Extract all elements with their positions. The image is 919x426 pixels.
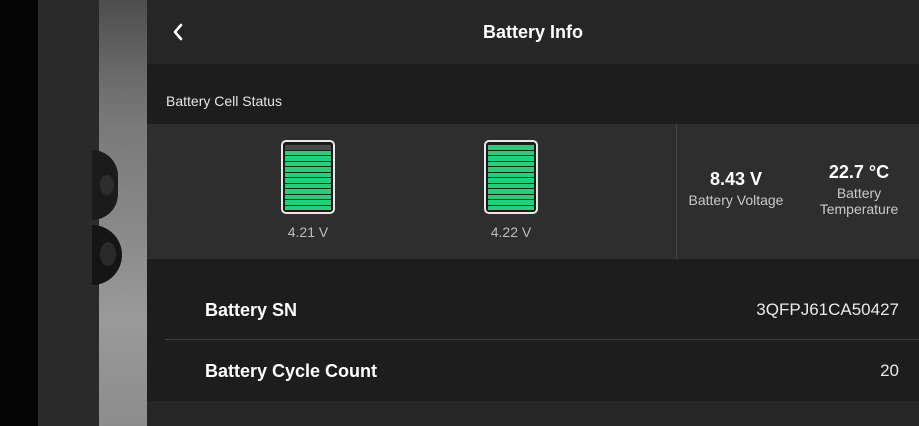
battery-cycle-count-row: Battery Cycle Count 20 xyxy=(165,340,919,402)
battery-temperature-stat: 22.7 °C Battery Temperature xyxy=(811,162,907,217)
battery-temperature-value: 22.7 °C xyxy=(828,162,890,182)
battery-voltage-stat: 8.43 V Battery Voltage xyxy=(680,169,792,208)
battery-info-panel: Battery Info Battery Cell Status 4.21 V … xyxy=(147,0,919,426)
battery-voltage-value: 8.43 V xyxy=(709,169,763,189)
battery-cycle-count-value: 20 xyxy=(880,361,899,380)
bottom-band xyxy=(147,401,919,426)
battery-cell-icon xyxy=(281,140,335,214)
back-button[interactable] xyxy=(167,18,189,46)
battery-temperature-label-line2: Temperature xyxy=(819,201,899,217)
section-title-cell-status: Battery Cell Status xyxy=(166,93,282,109)
battery-sn-label: Battery SN xyxy=(205,299,298,320)
cell-status-card: 4.21 V 4.22 V 8.43 V Battery Voltage 22.… xyxy=(147,124,919,259)
camera-feed-object xyxy=(100,175,114,195)
battery-cell-2: 4.22 V xyxy=(481,140,541,240)
battery-voltage-label: Battery Voltage xyxy=(688,192,784,208)
battery-cycle-count-label: Battery Cycle Count xyxy=(205,360,378,381)
battery-sn-value: 3QFPJ61CA50427 xyxy=(756,300,899,319)
cell-voltage: 4.22 V xyxy=(490,224,532,240)
battery-level-segment xyxy=(285,204,331,210)
camera-feed-object xyxy=(100,242,116,266)
cell-voltage: 4.21 V xyxy=(287,224,329,240)
chevron-left-icon xyxy=(173,23,183,41)
camera-feed-dark xyxy=(0,0,38,426)
battery-cell-level xyxy=(488,144,534,210)
header-bar: Battery Info xyxy=(147,0,919,64)
page-title: Battery Info xyxy=(482,21,583,42)
battery-temperature-label-line1: Battery xyxy=(836,185,882,201)
battery-sn-row: Battery SN 3QFPJ61CA50427 xyxy=(165,279,919,341)
battery-level-segment xyxy=(488,204,534,210)
battery-temperature-label: Battery Temperature xyxy=(811,185,907,217)
divider xyxy=(676,124,677,259)
battery-cell-1: 4.21 V xyxy=(278,140,338,240)
battery-cell-icon xyxy=(484,140,538,214)
camera-feed-background xyxy=(38,0,99,426)
battery-cell-level xyxy=(285,144,331,210)
